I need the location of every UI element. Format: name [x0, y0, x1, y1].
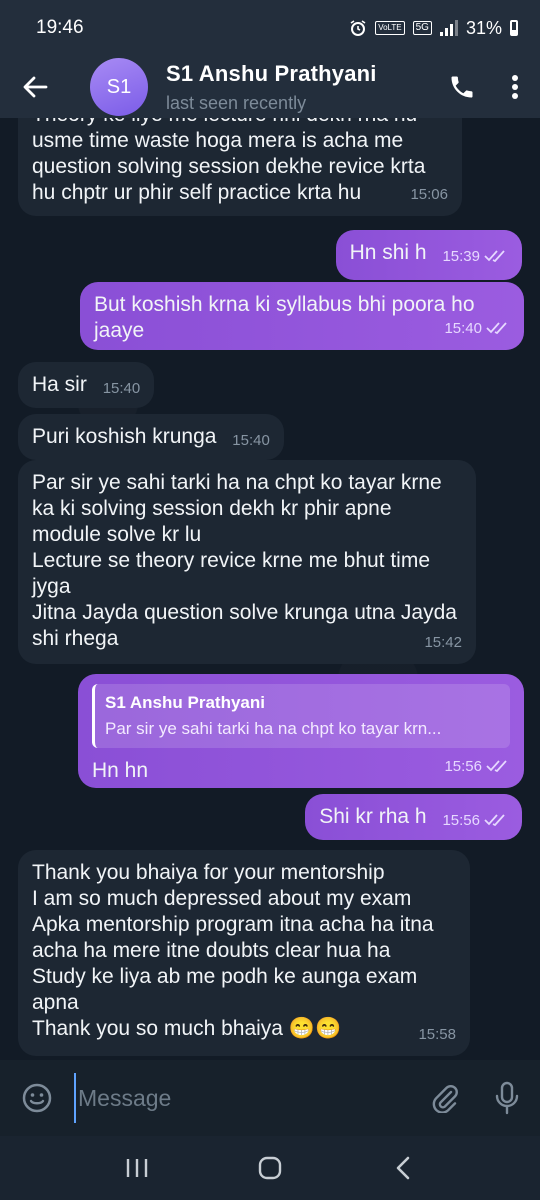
message-time: 15:40	[232, 432, 270, 449]
message-time: 15:40	[444, 316, 510, 342]
message-list[interactable]: Theory ke liye me lecture nhi dekh rha h…	[0, 118, 540, 1060]
message-text: Puri koshish krunga	[32, 425, 217, 448]
home-icon	[258, 1156, 282, 1180]
home-button[interactable]	[240, 1143, 300, 1193]
message-time: 15:56	[442, 808, 508, 834]
system-nav-bar	[0, 1136, 540, 1200]
message-bubble-outgoing[interactable]: But koshish krna ki syllabus bhi poora h…	[80, 282, 524, 350]
time-label: 15:40	[444, 320, 482, 337]
last-seen-status: last seen recently	[166, 92, 307, 113]
contact-info[interactable]: S1 Anshu Prathyani last seen recently	[166, 61, 434, 114]
time-label: 15:56	[442, 812, 480, 829]
attach-button[interactable]	[414, 1060, 474, 1136]
reply-preview[interactable]: S1 Anshu Prathyani Par sir ye sahi tarki…	[92, 684, 510, 748]
message-time: 15:40	[102, 380, 141, 397]
recents-icon	[126, 1159, 147, 1177]
volte-badge: VoLTE	[375, 21, 405, 35]
double-check-icon	[486, 760, 507, 772]
message-text: Par sir ye sahi tarki ha na chpt ko taya…	[32, 471, 457, 650]
message-time: 15:06	[410, 186, 448, 203]
message-time: 15:56	[444, 754, 510, 780]
reply-author: S1 Anshu Prathyani	[105, 693, 265, 712]
avatar[interactable]: S1	[90, 58, 148, 116]
message-time: 15:58	[418, 1026, 456, 1043]
signal-icon	[439, 20, 458, 36]
emoji-button[interactable]	[0, 1060, 74, 1136]
double-check-icon	[486, 322, 507, 334]
back-button[interactable]	[0, 56, 70, 118]
more-menu-button[interactable]	[490, 56, 540, 118]
message-input[interactable]	[74, 1073, 414, 1123]
message-text: Theory ke liye me lecture nhi dekh rha h…	[32, 118, 426, 204]
message-text: Ha sir	[32, 373, 87, 396]
message-bubble-incoming[interactable]: Ha sir 15:40	[18, 362, 155, 408]
nav-back-button[interactable]	[373, 1143, 433, 1193]
status-icons: VoLTE 5G 31%	[349, 18, 518, 39]
avatar-initials: S1	[106, 75, 132, 98]
phone-icon	[451, 76, 473, 98]
composer-bar	[0, 1060, 540, 1136]
emoji-icon	[22, 1083, 52, 1113]
message-bubble-incoming[interactable]: Thank you bhaiya for your mentorship I a…	[18, 850, 470, 1056]
battery-percent: 31%	[465, 17, 502, 38]
message-bubble-outgoing[interactable]: Shi kr rha h 15:56	[305, 794, 522, 840]
reply-snippet: Par sir ye sahi tarki ha na chpt ko taya…	[105, 719, 442, 738]
status-bar: 19:46 VoLTE 5G 31%	[0, 0, 540, 56]
paperclip-icon	[432, 1085, 458, 1113]
more-vertical-icon	[512, 75, 518, 99]
message-time: 15:42	[424, 634, 462, 651]
microphone-icon	[495, 1081, 519, 1115]
alarm-icon	[350, 20, 366, 36]
recents-button[interactable]	[107, 1143, 167, 1193]
message-text: Thank you bhaiya for your mentorship I a…	[32, 861, 434, 1040]
message-text: Hn shi h	[349, 241, 427, 264]
double-check-icon	[484, 814, 505, 826]
double-check-icon	[484, 250, 505, 262]
contact-name: S1 Anshu Prathyani	[166, 60, 377, 86]
time-label: 15:56	[444, 758, 482, 775]
network-badge: 5G	[412, 21, 432, 35]
battery-icon	[510, 20, 518, 36]
call-button[interactable]	[434, 56, 490, 118]
voice-record-button[interactable]	[474, 1060, 540, 1136]
time-label: 15:39	[442, 248, 480, 265]
message-bubble-incoming[interactable]: Puri koshish krunga 15:40	[18, 414, 284, 460]
arrow-left-icon	[23, 76, 48, 98]
message-bubble-outgoing[interactable]: S1 Anshu Prathyani Par sir ye sahi tarki…	[78, 674, 524, 788]
nav-back-icon	[397, 1156, 410, 1180]
chat-header: S1 S1 Anshu Prathyani last seen recently	[0, 56, 540, 118]
message-bubble-incoming[interactable]: Theory ke liye me lecture nhi dekh rha h…	[18, 118, 462, 216]
status-time: 19:46	[36, 17, 84, 38]
message-bubble-incoming[interactable]: Par sir ye sahi tarki ha na chpt ko taya…	[18, 460, 476, 664]
message-time: 15:39	[442, 244, 508, 270]
message-bubble-outgoing[interactable]: Hn shi h 15:39	[335, 230, 522, 280]
message-text: Shi kr rha h	[319, 805, 427, 828]
